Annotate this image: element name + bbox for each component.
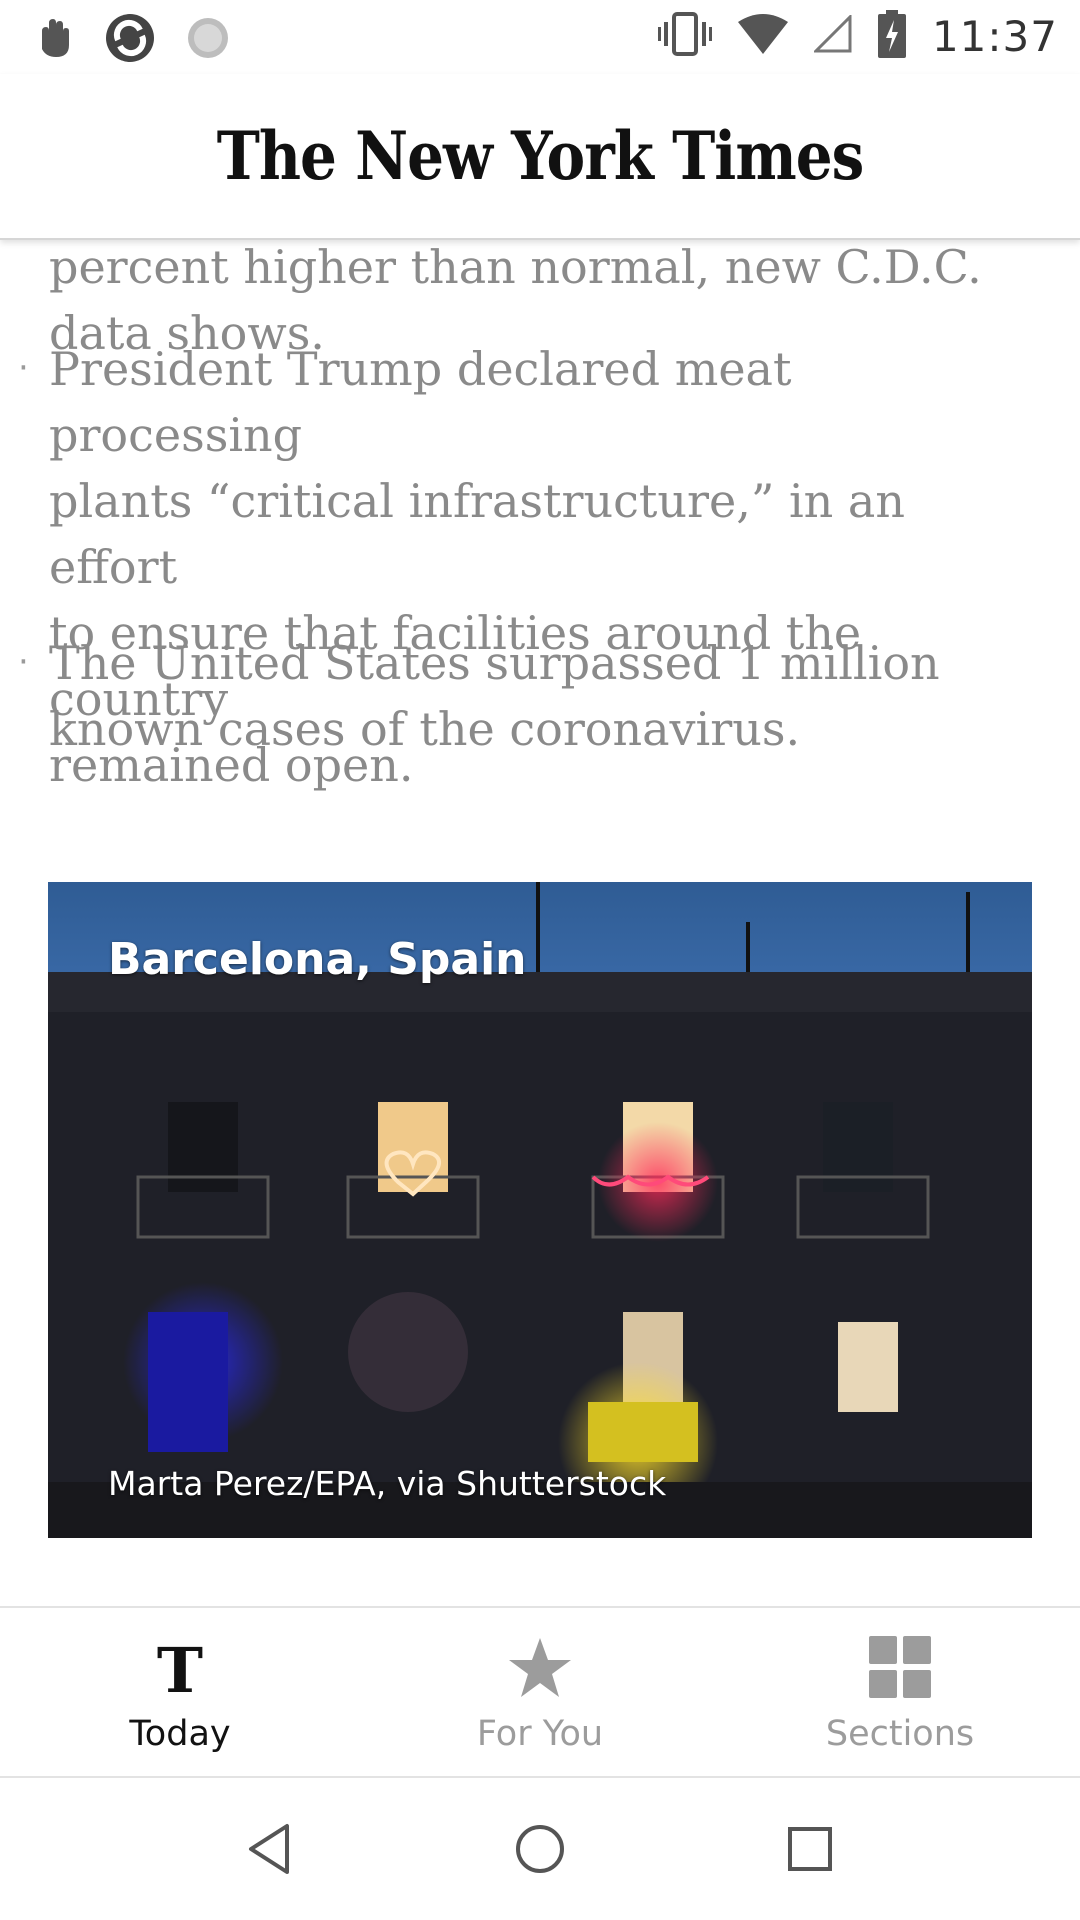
tab-sections[interactable]: Sections <box>720 1608 1080 1778</box>
tab-for-you-label: For You <box>476 1714 604 1754</box>
hand-icon <box>34 15 74 65</box>
status-time: 11:37 <box>931 11 1058 61</box>
cellular-icon <box>812 13 852 57</box>
bullet-dot: · <box>18 642 29 682</box>
bullet-item: The United States surpassed 1 million kn… <box>49 636 940 756</box>
vibrate-icon <box>657 12 712 60</box>
nyt-logo: The New York Times <box>216 116 865 196</box>
refresh-icon <box>104 12 156 68</box>
photo-location: Barcelona, Spain <box>108 934 527 985</box>
masthead: The New York Times <box>0 74 1080 240</box>
svg-text:T: T <box>157 1636 203 1702</box>
photo-credit: Marta Perez/EPA, via Shutterstock <box>108 1464 667 1503</box>
article-content[interactable]: percent higher than normal, new C.D.C. d… <box>0 240 1080 1606</box>
bottom-tab-bar: T Today For You Sections <box>0 1606 1080 1778</box>
back-icon[interactable] <box>235 1814 305 1884</box>
recents-icon[interactable] <box>775 1814 845 1884</box>
wifi-icon <box>737 14 788 58</box>
battery-icon <box>877 10 906 62</box>
home-icon[interactable] <box>505 1814 575 1884</box>
bullet-dot: · <box>18 348 29 388</box>
star-icon <box>507 1636 573 1704</box>
tab-for-you[interactable]: For You <box>360 1608 720 1778</box>
grid-icon <box>869 1636 931 1702</box>
nyt-t-icon: T <box>152 1634 208 1707</box>
article-photo[interactable]: Barcelona, Spain Marta Perez/EPA, via Sh… <box>48 882 1032 1538</box>
tab-today[interactable]: T Today <box>0 1608 360 1778</box>
sync-icon <box>186 16 230 64</box>
tab-today-label: Today <box>129 1714 231 1754</box>
tab-sections-label: Sections <box>825 1714 975 1754</box>
system-nav-bar <box>0 1778 1080 1920</box>
status-bar: 11:37 <box>0 0 1080 74</box>
